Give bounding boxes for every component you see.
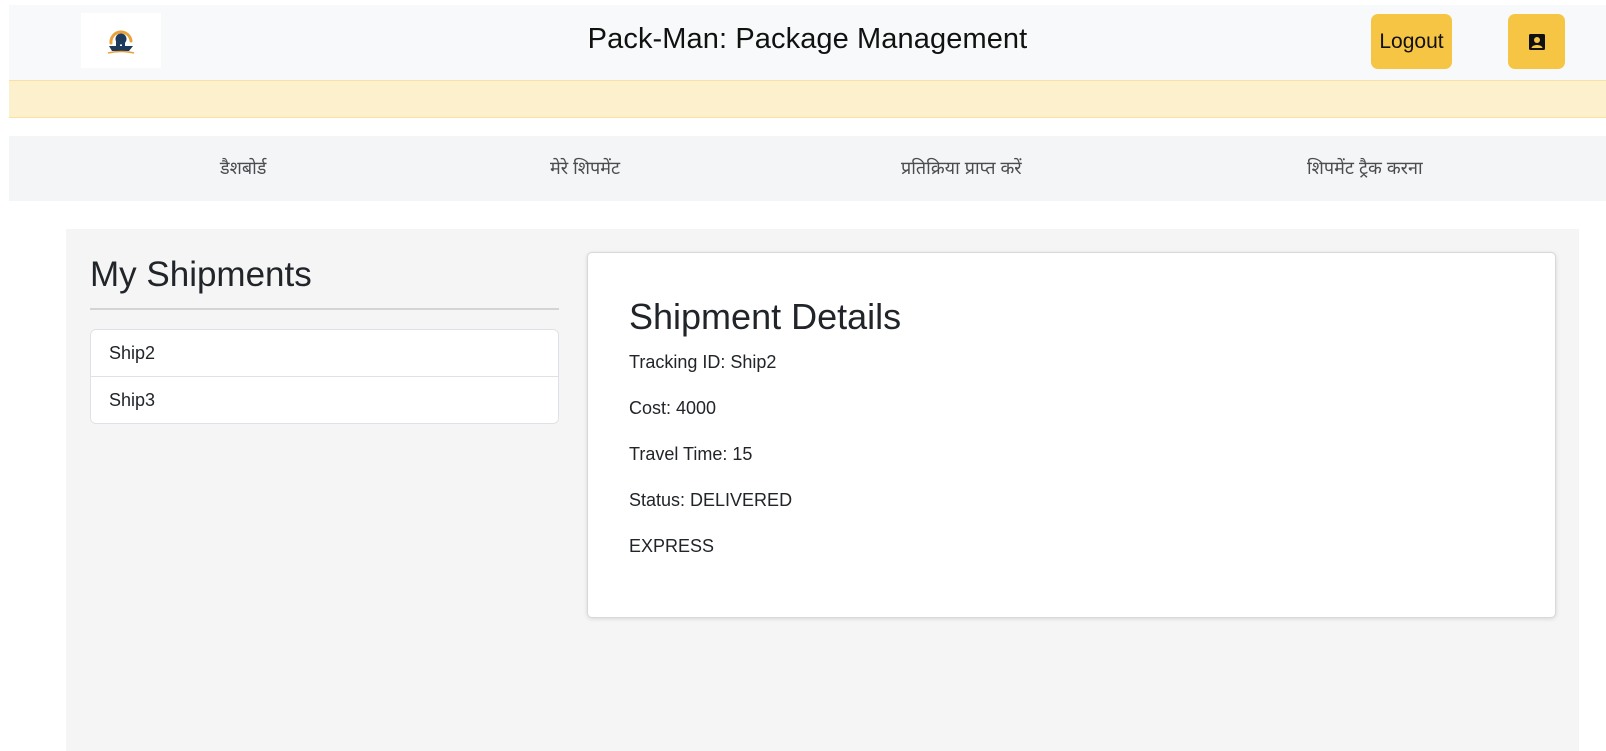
nav-item-my-shipments[interactable]: मेरे शिपमेंट — [550, 136, 620, 201]
main-content: My Shipments Ship2 Ship3 Shipment Detail… — [66, 229, 1579, 751]
list-item[interactable]: Ship3 — [91, 376, 558, 423]
nav-item-get-feedback[interactable]: प्रतिक्रिया प्राप्त करें — [901, 136, 1022, 201]
alert-banner — [9, 80, 1606, 118]
main-nav: डैशबोर्ड मेरे शिपमेंट प्रतिक्रिया प्राप्… — [9, 136, 1606, 201]
list-item[interactable]: Ship2 — [91, 330, 558, 376]
logout-button[interactable]: Logout — [1371, 14, 1452, 69]
shipment-list: Ship2 Ship3 — [90, 329, 559, 424]
app-header: Pack-Man: Package Management Logout — [9, 5, 1606, 80]
divider — [90, 308, 559, 310]
shipment-type-text: EXPRESS — [629, 536, 715, 556]
nav-item-dashboard[interactable]: डैशबोर्ड — [220, 136, 266, 201]
cost-text: Cost: 4000 — [629, 398, 717, 418]
shipments-panel: My Shipments Ship2 Ship3 — [90, 253, 559, 424]
status-text: Status: DELIVERED — [629, 490, 793, 510]
shipment-details-card: Shipment Details Tracking ID: Ship2 Cost… — [587, 252, 1556, 618]
page-title: Pack-Man: Package Management — [587, 23, 1028, 55]
my-shipments-heading: My Shipments — [90, 255, 312, 294]
person-badge-icon — [1528, 33, 1545, 50]
nav-item-track-shipment[interactable]: शिपमेंट ट्रैक करना — [1307, 136, 1423, 201]
tracking-id-text: Tracking ID: Ship2 — [629, 352, 777, 372]
travel-time-text: Travel Time: 15 — [629, 444, 753, 464]
shipment-details-heading: Shipment Details — [629, 296, 902, 337]
profile-button[interactable] — [1508, 14, 1565, 69]
